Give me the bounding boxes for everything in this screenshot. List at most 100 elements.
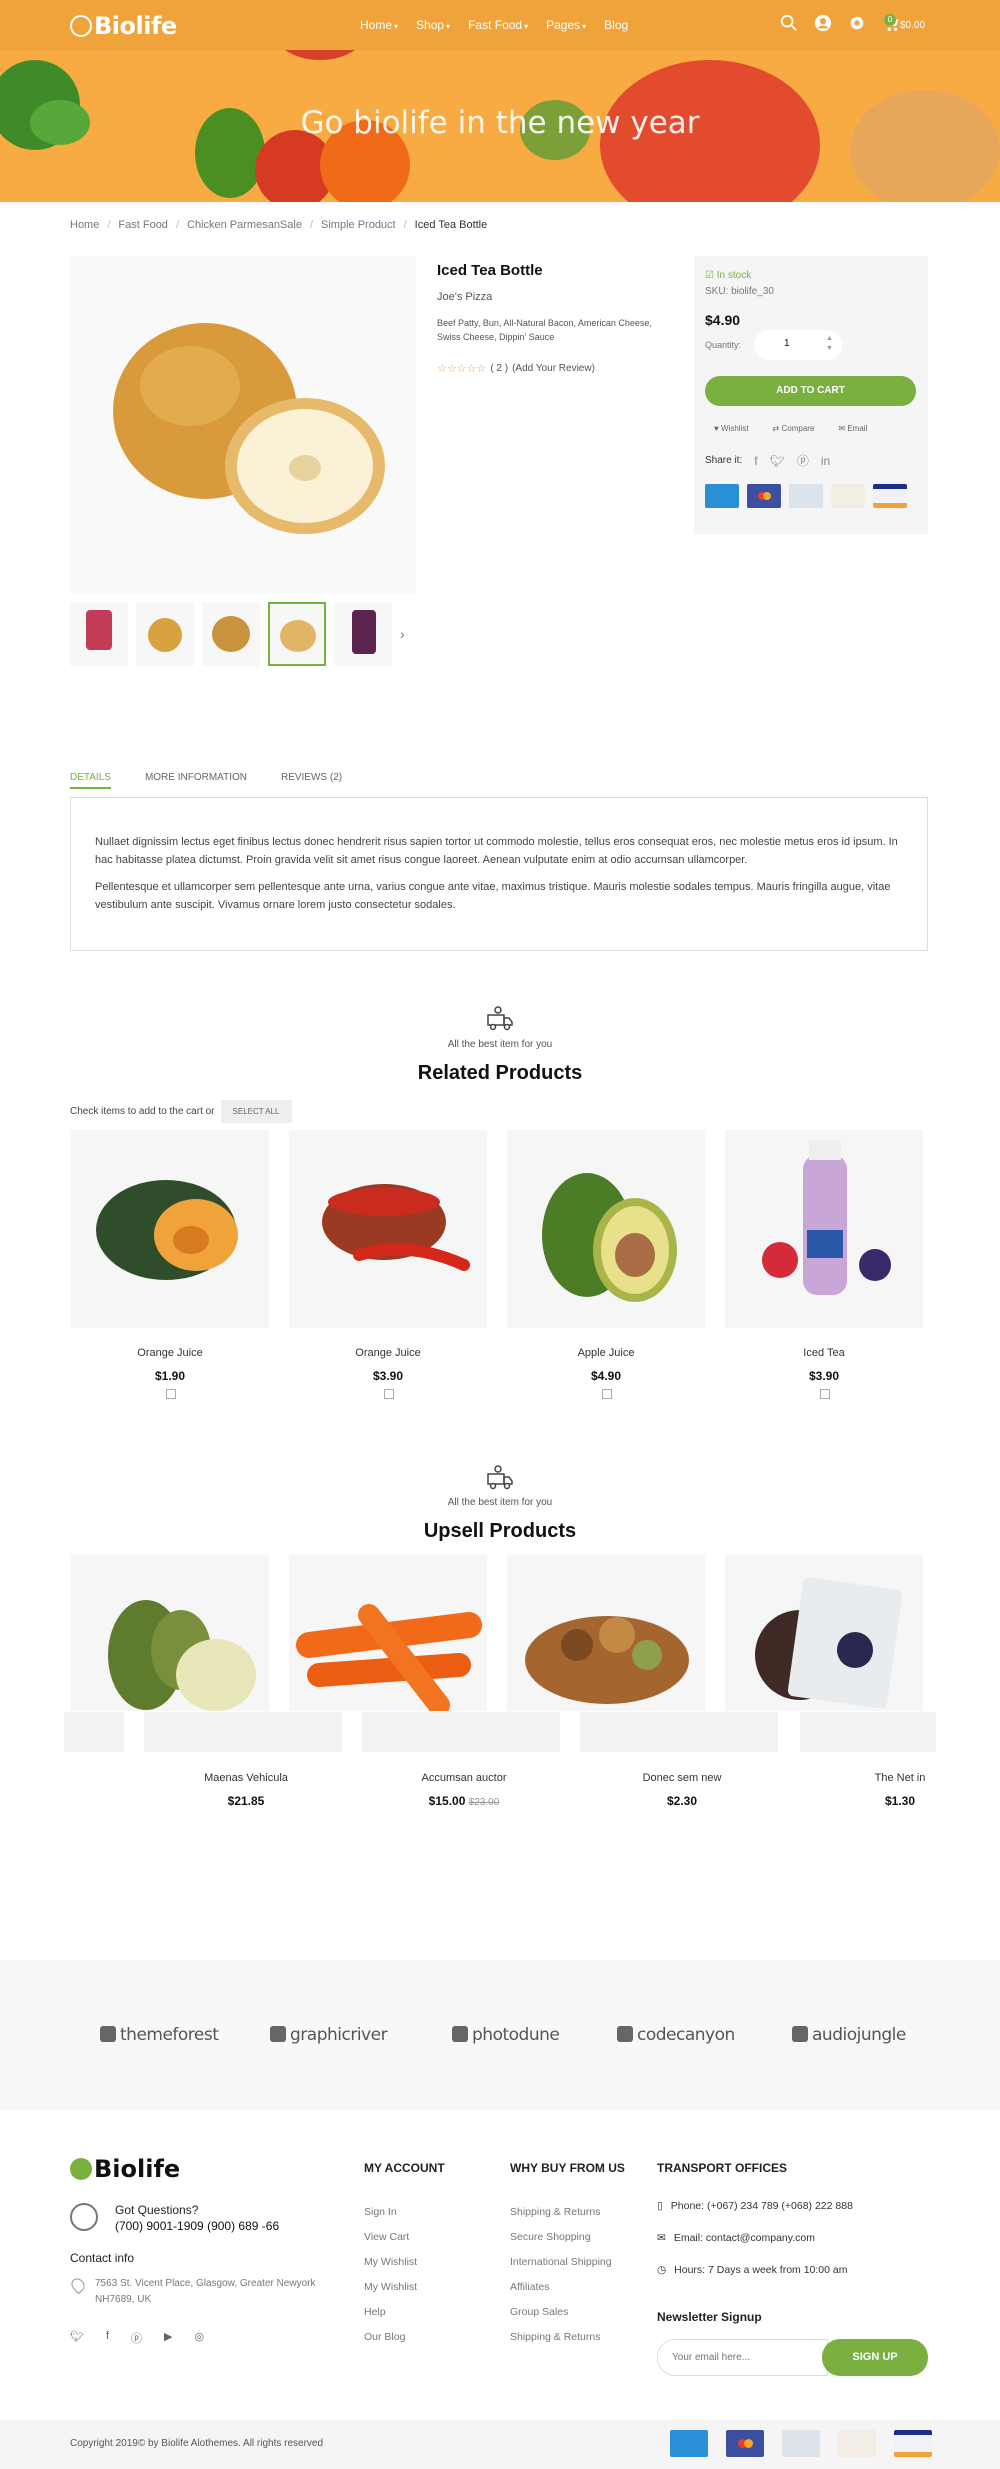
product-main-image[interactable] [70, 256, 416, 594]
upsell-card-image[interactable] [71, 1555, 269, 1711]
footer-link[interactable]: Group Sales [510, 2300, 612, 2325]
youtube-icon[interactable]: ▶ [164, 2330, 172, 2346]
product-brand[interactable]: Joe's Pizza [437, 291, 492, 303]
audiojungle-icon [792, 2026, 808, 2042]
product-price: $15.00 $23.00 [428, 1794, 500, 1808]
gear-icon[interactable] [848, 14, 866, 32]
compare-button[interactable]: ⇄ Compare [773, 424, 815, 433]
product-price: $3.90 [372, 1369, 404, 1383]
quantity-stepper[interactable]: 1 ▲ ▼ [754, 330, 842, 360]
breadcrumb-simple-product[interactable]: Simple Product [321, 219, 396, 231]
twitter-icon[interactable]: 🐦︎ [70, 2330, 84, 2346]
pinterest-icon[interactable]: ⓟ [797, 452, 809, 469]
thumbnail-3[interactable] [202, 602, 260, 666]
brand-audiojungle[interactable]: audiojungle [792, 2025, 906, 2045]
product-checkbox[interactable] [820, 1389, 830, 1399]
email-button[interactable]: ✉ Email [838, 424, 867, 433]
tab-more-information[interactable]: MORE INFORMATION [145, 772, 247, 789]
product-name[interactable]: Orange Juice [71, 1347, 269, 1359]
product-name[interactable]: Maenas Vehicula [147, 1772, 345, 1784]
footer-link[interactable]: Sign In [364, 2200, 417, 2225]
footer-link[interactable]: Our Blog [364, 2325, 417, 2350]
brand-photodune[interactable]: photodune [452, 2025, 560, 2045]
footer-link[interactable]: Affiliates [510, 2275, 612, 2300]
footer-social: 🐦︎ f ⓟ ▶ ◎ [70, 2330, 204, 2346]
footer-link[interactable]: Shipping & Returns [510, 2200, 612, 2225]
upsell-card-image[interactable] [507, 1555, 705, 1711]
product-name[interactable]: Iced Tea [725, 1347, 923, 1359]
user-icon[interactable] [814, 14, 832, 32]
product-checkbox[interactable] [602, 1389, 612, 1399]
thumbnail-2[interactable] [136, 602, 194, 666]
product-checkbox[interactable] [384, 1389, 394, 1399]
footer-link[interactable]: My Wishlist [364, 2250, 417, 2275]
newsletter-signup-button[interactable]: SIGN UP [822, 2339, 928, 2376]
thumbnail-4[interactable] [268, 602, 326, 666]
newsletter-email-input[interactable] [657, 2339, 828, 2376]
thumbnail-5[interactable] [334, 602, 392, 666]
product-card-image[interactable] [507, 1130, 705, 1328]
breadcrumb-chicken[interactable]: Chicken ParmesanSale [187, 219, 302, 231]
add-to-cart-button[interactable]: ADD TO CART [705, 376, 916, 406]
nav-blog[interactable]: Blog [604, 18, 628, 32]
footer-link[interactable]: International Shipping [510, 2250, 612, 2275]
envelope-icon: ✉ [657, 2232, 666, 2244]
nav-pages[interactable]: Pages ▾ [546, 18, 586, 32]
wishlist-button[interactable]: ♥ Wishlist [714, 424, 749, 433]
mixed-nuts-image [507, 1555, 705, 1711]
envelope-icon: ✉ [838, 424, 848, 433]
product-card-image[interactable] [725, 1130, 923, 1328]
select-all-text: Check items to add to the cart or [70, 1106, 215, 1117]
nav-shop[interactable]: Shop ▾ [416, 18, 450, 32]
product-name[interactable]: Accumsan auctor [365, 1772, 563, 1784]
upsell-card-image[interactable] [725, 1555, 923, 1711]
footer-link[interactable]: Help [364, 2300, 417, 2325]
brand-codecanyon[interactable]: codecanyon [617, 2025, 735, 2045]
transport-email: ✉ Email: contact@company.com [657, 2232, 815, 2244]
quantity-value[interactable]: 1 [784, 338, 790, 349]
upsell-subtitle: All the best item for you [447, 1497, 553, 1508]
footer-link[interactable]: Secure Shopping [510, 2225, 612, 2250]
sku: SKU: biolife_30 [705, 286, 774, 297]
facebook-icon[interactable]: f [754, 454, 757, 468]
product-name[interactable]: The Net in [801, 1772, 999, 1784]
search-icon[interactable] [780, 14, 798, 32]
footer-link[interactable]: Shipping & Returns [510, 2325, 612, 2350]
product-name[interactable]: Orange Juice [289, 1347, 487, 1359]
nav-home[interactable]: Home ▾ [360, 18, 398, 32]
details-paragraph: Nullaet dignissim lectus eget finibus le… [95, 836, 898, 866]
brand-themeforest[interactable]: themeforest [100, 2025, 219, 2045]
my-account-heading: MY ACCOUNT [364, 2161, 445, 2175]
tab-reviews[interactable]: REVIEWS (2) [281, 772, 342, 789]
thumbnail-1[interactable] [70, 602, 128, 666]
product-card-image[interactable] [71, 1130, 269, 1328]
pinterest-icon[interactable]: ⓟ [131, 2330, 142, 2346]
stepper-arrows-icon[interactable]: ▲ ▼ [826, 334, 833, 354]
twitter-icon[interactable]: 🐦︎ [770, 454, 785, 468]
instagram-icon[interactable]: ◎ [195, 2330, 205, 2346]
tab-details[interactable]: DETAILS [70, 772, 111, 789]
chevron-right-icon[interactable]: › [400, 626, 405, 642]
upsell-card-image[interactable] [289, 1555, 487, 1711]
cart-total[interactable]: $0.00 [900, 20, 925, 31]
add-review-link[interactable]: (Add Your Review) [512, 363, 595, 374]
site-logo[interactable]: Biolife [70, 12, 177, 40]
product-price: $4.90 [590, 1369, 622, 1383]
breadcrumb-home[interactable]: Home [70, 219, 99, 231]
rating-count: ( 2 ) [490, 363, 509, 374]
footer-link[interactable]: View Cart [364, 2225, 417, 2250]
leaf-icon [70, 2158, 92, 2180]
product-checkbox[interactable] [166, 1389, 176, 1399]
product-card-image[interactable] [289, 1130, 487, 1328]
select-all-button[interactable]: SELECT ALL [220, 1100, 292, 1123]
footer-logo[interactable]: Biolife [70, 2155, 180, 2183]
breadcrumb-fast-food[interactable]: Fast Food [118, 219, 168, 231]
linkedin-icon[interactable]: in [821, 454, 830, 468]
product-name[interactable]: Donec sem new [583, 1772, 781, 1784]
product-name[interactable]: Apple Juice [507, 1347, 705, 1359]
footer-link[interactable]: My Wishlist [364, 2275, 417, 2300]
brand-graphicriver[interactable]: graphicriver [270, 2025, 388, 2045]
nav-fast-food[interactable]: Fast Food ▾ [468, 18, 528, 32]
facebook-icon[interactable]: f [106, 2330, 109, 2346]
product-price: $1.90 [154, 1369, 186, 1383]
